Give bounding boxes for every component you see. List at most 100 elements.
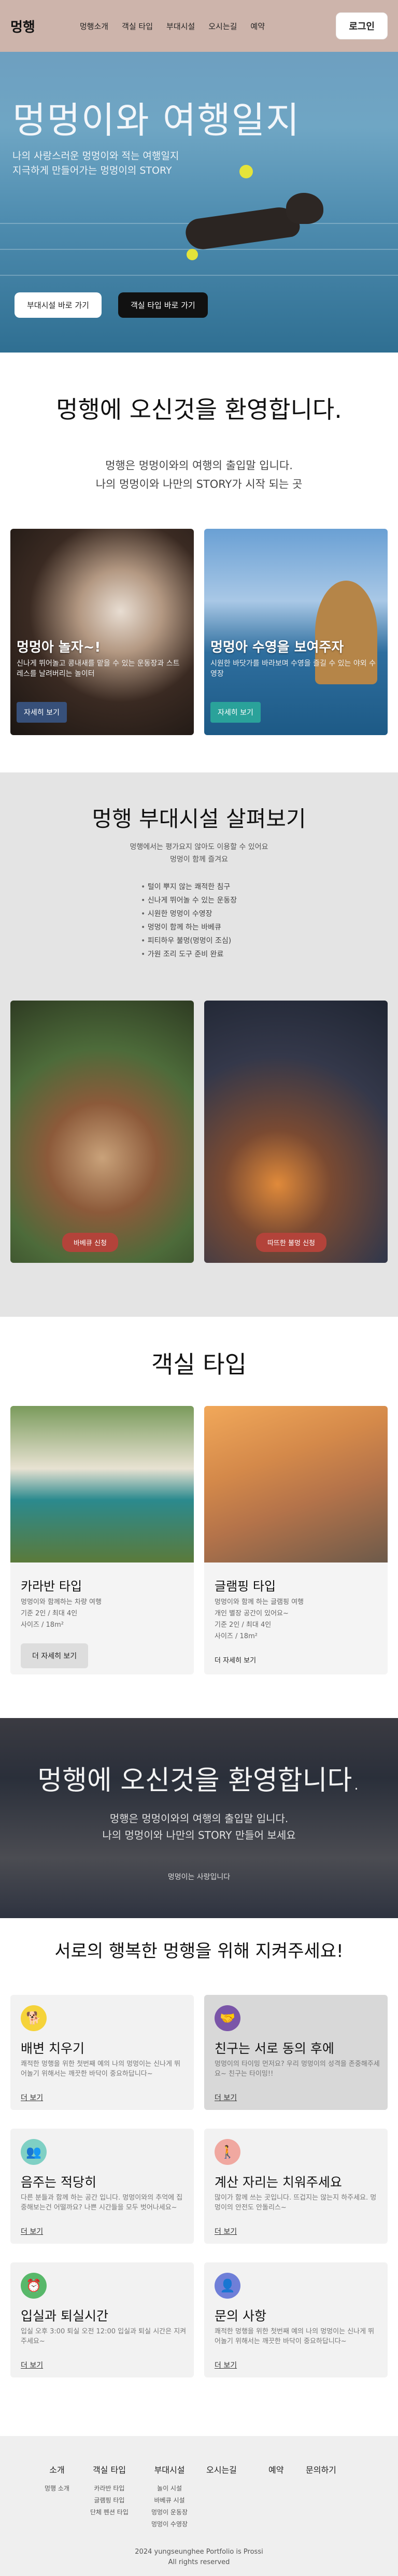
welcome-subtitle: 멍행은 멍멍이와의 여행의 출입말 입니다. 나의 멍멍이와 나만의 STORY…: [0, 456, 398, 494]
swim-card-button[interactable]: 자세히 보기: [210, 702, 261, 723]
list-item: 털이 뿌지 않는 쾌적한 침구: [141, 880, 237, 894]
footer-link[interactable]: 단체 펜션 타입: [90, 2507, 129, 2518]
footer-heading[interactable]: 예약: [268, 2463, 283, 2475]
room-desc-line: 사이즈 / 18m²: [21, 1621, 64, 1629]
room-shortcut-button[interactable]: 객실 타입 바로 가기: [118, 292, 208, 318]
copyright: 2024 yungseunghee Portfolio is Prossi Al…: [0, 2547, 398, 2568]
facilities-title: 멍행 부대시설 살펴보기: [92, 806, 306, 832]
etiquette-card-desc: 쾌적한 멍행을 위한 첫번째 예의 나의 멍멍이는 신나게 뛰어놀기 위해서는 …: [215, 2328, 375, 2345]
etiquette-card: 🚶 계산 자리는 치워주세요 많이가 함께 쓰는 곳입니다. 뜨겁지는 않는지 …: [204, 2129, 388, 2244]
walk-icon: 🚶: [215, 2139, 240, 2165]
welcome-banner: 멍행에 오신것을 환영합니다. 멍행은 멍멍이와의 여행의 출입말 입니다. 나…: [0, 1718, 398, 1918]
hero-line2: 지극하게 만들어가는 멍멍이의 STORY: [12, 165, 172, 176]
play-card-button[interactable]: 자세히 보기: [17, 702, 67, 723]
glamping-desc: 멍멍이와 함께 하는 글램핑 여행 개인 별장 공간이 있어요~ 기준 2인 /…: [215, 1597, 304, 1642]
top-header: 멍행 멍행소개 객실 타입 부대시설 오시는길 예약 로그인: [0, 0, 398, 52]
etiquette-card-title: 친구는 서로 동의 후에: [215, 2041, 334, 2056]
nav-item-rooms[interactable]: 객실 타입: [122, 21, 153, 32]
footer-link[interactable]: 글램핑 타입: [90, 2495, 129, 2507]
etiquette-card: ⏰ 입실과 퇴실시간 입실 오후 3:00 퇴실 오전 12:00 입실과 퇴실…: [10, 2262, 194, 2377]
login-button[interactable]: 로그인: [336, 12, 388, 39]
list-item: 신나게 뛰어놀 수 있는 운동장: [141, 894, 237, 907]
room-desc-line: 개인 별장 공간이 있어요~: [215, 1610, 289, 1617]
footer-col-rooms: 객실 타입 카라반 타입 글램핑 타입 단체 펜션 타입: [90, 2463, 129, 2518]
banner-line1: 멍행은 멍멍이와의 여행의 출입말 입니다.: [109, 1812, 289, 1825]
room-desc-line: 기준 2인 / 최대 4인: [21, 1610, 78, 1617]
etiquette-card: 🐕 배변 치우기 쾌적한 멍행을 위한 첫번째 예의 나의 멍멍이는 신나게 뛰…: [10, 1995, 194, 2110]
etiquette-card: 👤 문의 사항 쾌적한 멍행을 위한 첫번째 예의 나의 멍멍이는 신나게 뛰어…: [204, 2262, 388, 2377]
footer-link[interactable]: 바베큐 시설: [151, 2495, 188, 2507]
footer-heading[interactable]: 부대시설: [151, 2463, 188, 2475]
swimming-dog-image: [183, 204, 302, 252]
footer-heading[interactable]: 오시는길: [206, 2463, 237, 2475]
fire-apply-button[interactable]: 따뜨한 불멍 신청: [256, 1233, 326, 1252]
list-item: 시원한 멍멍이 수영장: [141, 907, 237, 921]
room-desc-line: 멍멍이와 함께 하는 글램핑 여행: [215, 1598, 304, 1606]
facilities-list: 털이 뿌지 않는 쾌적한 침구 신나게 뛰어놀 수 있는 운동장 시원한 멍멍이…: [141, 880, 237, 961]
more-link[interactable]: 더 보기: [21, 2360, 43, 2370]
caravan-card: 카라반 타입 멍멍이와 함께하는 차량 여행 기준 2인 / 최대 4인 사이즈…: [10, 1406, 194, 1674]
facilities-section: 멍행 부대시설 살펴보기 멍행에서는 평가요지 않아도 이용할 수 있어요 멍멍…: [0, 772, 398, 1317]
etiquette-title: 서로의 행복한 멍행을 위해 지켜주세요!: [54, 1941, 344, 1962]
swim-card-title: 멍멍아 수영을 보여주자: [210, 640, 344, 655]
footer-col-facilities: 부대시설 놀이 시설 바베큐 시설 멍멍이 운동장 멍멍이 수영장: [151, 2463, 188, 2530]
footer-col-reservation: 예약: [268, 2463, 283, 2475]
footer-link[interactable]: 멍멍이 수영장: [151, 2518, 188, 2530]
caravan-detail-button[interactable]: 더 자세히 보기: [21, 1643, 89, 1668]
footer-link[interactable]: 카라반 타입: [90, 2483, 129, 2495]
more-link[interactable]: 더 보기: [21, 2226, 43, 2236]
caravan-image: [10, 1406, 194, 1563]
play-card-desc: 신나게 뛰어놀고 콩내새를 맡을 수 있는 운동장과 스트레스를 날려버리는 놀…: [17, 659, 180, 678]
handshake-icon: 🤝: [215, 2005, 240, 2031]
glamping-detail-button[interactable]: 더 자세히 보기: [215, 1655, 256, 1665]
dog-head-image: [286, 193, 323, 224]
water-ripple: [0, 275, 398, 276]
more-link[interactable]: 더 보기: [215, 2360, 237, 2370]
facility-shortcut-button[interactable]: 부대시설 바로 가기: [15, 292, 102, 318]
site-logo[interactable]: 멍행: [10, 17, 35, 36]
nav-item-facilities[interactable]: 부대시설: [166, 21, 195, 32]
footer-heading[interactable]: 문의하기: [306, 2463, 336, 2475]
nav-item-directions[interactable]: 오시는길: [208, 21, 237, 32]
hero-line1: 나의 사랑스러운 멍멍이와 적는 여행일지: [12, 150, 179, 162]
facilities-sub2: 멍멍이 함께 즐겨요: [170, 855, 228, 864]
facilities-sub1: 멍행에서는 평가요지 않아도 이용할 수 있어요: [130, 843, 268, 851]
swim-card: 멍멍아 수영을 보여주자 시원한 바닷가를 바라보며 수영을 즐길 수 있는 야…: [204, 529, 388, 735]
footer-link[interactable]: 멍멍이 운동장: [151, 2507, 188, 2518]
footer-link[interactable]: 멍행 소개: [45, 2483, 69, 2495]
etiquette-card-desc: 멍멍이의 타이밍 먼저요? 우리 멍멍이의 성격을 존중해주세요~ 친구는 타이…: [215, 2060, 380, 2078]
person-icon: 👤: [215, 2273, 240, 2299]
nav-item-reservation[interactable]: 예약: [250, 21, 265, 32]
bbq-image: 바베큐 신청: [10, 1001, 194, 1263]
list-item: 가원 조리 도구 준비 완료: [141, 948, 237, 961]
footer-heading[interactable]: 객실 타입: [90, 2463, 129, 2475]
more-link[interactable]: 더 보기: [215, 2226, 237, 2236]
etiquette-card-desc: 많이가 함께 쓰는 곳입니다. 뜨겁지는 않는지 하주세요. 멍멍이의 안전도 …: [215, 2194, 377, 2212]
room-desc-line: 기준 2인 / 최대 4인: [215, 1621, 272, 1629]
more-link[interactable]: 더 보기: [21, 2092, 43, 2103]
bbq-apply-button[interactable]: 바베큐 신청: [62, 1233, 118, 1252]
copyright-line1: 2024 yungseunghee Portfolio is Prossi: [135, 2548, 263, 2556]
copyright-line2: All rights reserved: [168, 2558, 230, 2566]
swim-card-desc: 시원한 바닷가를 바라보며 수영을 즐길 수 있는 야외 수영장: [210, 659, 376, 678]
footer-link[interactable]: 놀이 시설: [151, 2483, 188, 2495]
tennis-ball-image: [187, 249, 198, 260]
welcome-title: 멍행에 오신것을 환영합니다.: [56, 396, 342, 424]
play-card: 멍멍아 놀자~! 신나게 뛰어놀고 콩내새를 맡을 수 있는 운동장과 스트레스…: [10, 529, 194, 735]
footer-heading[interactable]: 소개: [45, 2463, 69, 2475]
tennis-ball-image: [239, 165, 253, 178]
welcome-line1: 멍행은 멍멍이와의 여행의 출입말 입니다.: [105, 459, 293, 472]
list-item: 멍멍이 함께 하는 바베큐: [141, 921, 237, 934]
banner-text: 멍행은 멍멍이와의 여행의 출입말 입니다. 나의 멍멍이와 나만의 STORY…: [0, 1810, 398, 1843]
glamping-name: 글램핑 타입: [215, 1579, 276, 1594]
caravan-desc: 멍멍이와 함께하는 차량 여행 기준 2인 / 최대 4인 사이즈 / 18m²: [21, 1597, 102, 1631]
etiquette-card: 👥 음주는 적당히 다른 분들과 함께 하는 공간 입니다. 멍멍이와의 추억에…: [10, 2129, 194, 2244]
glamping-card: 글램핑 타입 멍멍이와 함께 하는 글램핑 여행 개인 별장 공간이 있어요~ …: [204, 1406, 388, 1674]
nav-item-about[interactable]: 멍행소개: [80, 21, 108, 32]
room-desc-line: 사이즈 / 18m²: [215, 1632, 258, 1640]
more-link[interactable]: 더 보기: [215, 2092, 237, 2103]
list-item: 피티하우 불멍(멍멍이 조심): [141, 934, 237, 948]
etiquette-card-title: 배변 치우기: [21, 2041, 84, 2056]
dog-icon: 🐕: [21, 2005, 47, 2031]
etiquette-card-title: 음주는 적당히: [21, 2175, 96, 2190]
